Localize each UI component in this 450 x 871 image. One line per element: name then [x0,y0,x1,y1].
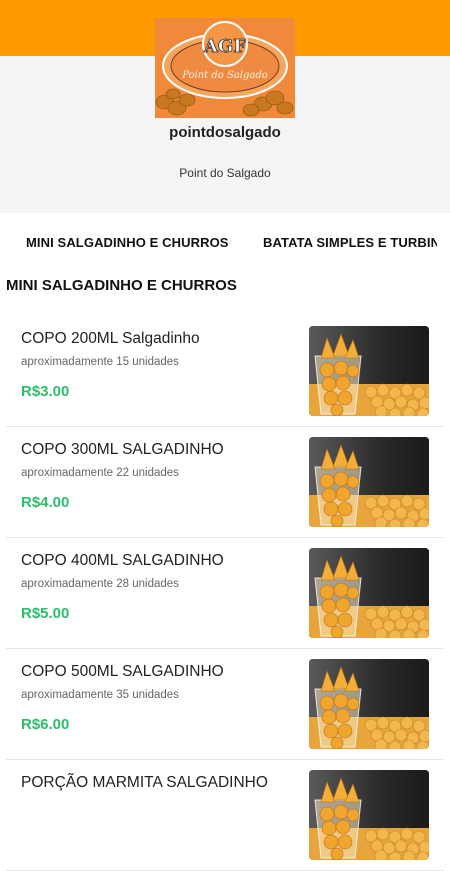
tab-batata[interactable]: BATATA SIMPLES E TURBINADA [263,235,437,250]
product-item[interactable]: COPO 300ML SALGADINHO aproximadamente 22… [6,427,444,538]
store-name: Point do Salgado [179,166,271,180]
product-description: aproximadamente 15 unidades [21,356,179,368]
product-image [309,326,429,416]
product-price: R$5.00 [21,605,70,622]
product-description: aproximadamente 28 unidades [21,578,179,590]
product-description: aproximadamente 22 unidades [21,467,179,479]
product-name: COPO 200ML Salgadinho [21,330,200,347]
product-price: R$6.00 [21,716,70,733]
product-price: R$3.00 [21,383,70,400]
product-image [309,437,429,527]
store-logo: AGF Point do Salgado [155,18,295,118]
store-handle: pointdosalgado [169,124,281,141]
product-name: COPO 400ML SALGADINHO [21,552,224,569]
product-list: COPO 200ML Salgadinho aproximadamente 15… [6,316,444,871]
product-item[interactable]: PORÇÃO MARMITA SALGADINHO [6,760,444,871]
tab-mini-salgadinho[interactable]: MINI SALGADINHO E CHURROS [26,235,229,250]
product-image [309,548,429,638]
product-image [309,659,429,749]
product-description: aproximadamente 35 unidades [21,689,179,701]
section-title: MINI SALGADINHO E CHURROS [6,277,237,294]
product-price: R$4.00 [21,494,70,511]
product-name: COPO 500ML SALGADINHO [21,663,224,680]
product-name: COPO 300ML SALGADINHO [21,441,224,458]
category-tabs: MINI SALGADINHO E CHURROS BATATA SIMPLES… [0,213,450,271]
logo-script: Point do Salgado [181,70,268,81]
product-item[interactable]: COPO 200ML Salgadinho aproximadamente 15… [6,316,444,427]
product-item[interactable]: COPO 500ML SALGADINHO aproximadamente 35… [6,649,444,760]
product-item[interactable]: COPO 400ML SALGADINHO aproximadamente 28… [6,538,444,649]
product-image [309,770,429,860]
product-name: PORÇÃO MARMITA SALGADINHO [21,774,268,791]
logo-text: AGF [203,36,246,57]
